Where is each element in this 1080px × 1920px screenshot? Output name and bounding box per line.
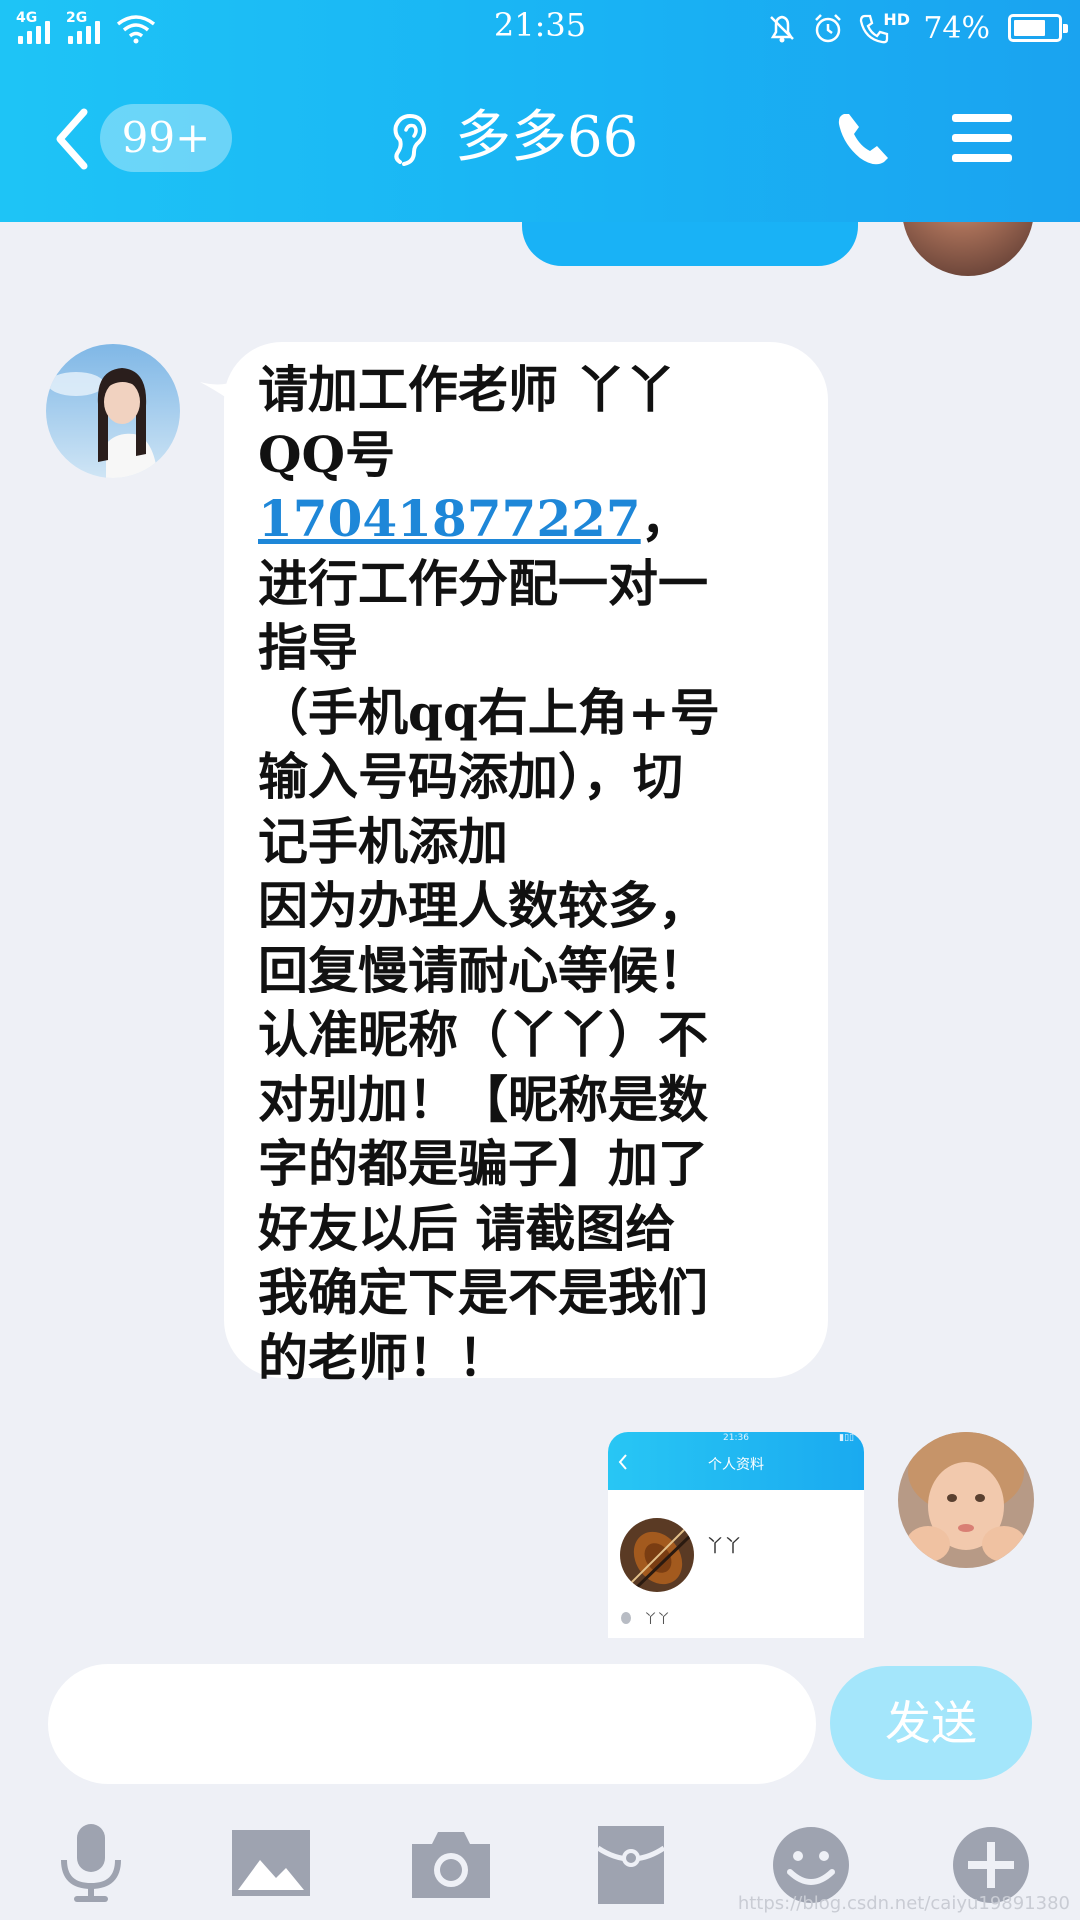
screenshot-time: 21:36 xyxy=(723,1433,749,1443)
status-bar: 4G 2G 21:35 HD 74% xyxy=(0,0,1080,54)
screenshot-status-icons: ▮▯▯ xyxy=(839,1433,854,1443)
menu-button[interactable] xyxy=(952,110,1016,166)
violin-avatar-icon xyxy=(620,1518,694,1592)
unread-count-badge[interactable]: 99+ xyxy=(100,104,232,172)
incoming-message-text: 请加工作老师 丫丫 QQ号17041877227， 进行工作分配一对一 指导 （… xyxy=(258,358,778,1390)
watermark: https://blog.csdn.net/caiyu19891380 xyxy=(737,1893,1070,1914)
my-avatar-previous[interactable] xyxy=(902,222,1034,276)
send-button[interactable]: 发送 xyxy=(830,1666,1032,1780)
phone-call-button[interactable] xyxy=(834,108,894,168)
status-right-group: HD 74% xyxy=(765,8,1068,48)
back-button[interactable] xyxy=(48,104,98,174)
message-text-part-2: ， 进行工作分配一对一 指导 （手机qq右上角+号 输入号码添加），切 记手机添… xyxy=(258,489,720,1387)
image-icon[interactable] xyxy=(226,1820,316,1910)
previous-outgoing-message[interactable] xyxy=(522,222,858,266)
message-text-part-1: 请加工作老师 丫丫 QQ号 xyxy=(258,360,676,484)
screenshot-title: 个人资料 xyxy=(708,1457,764,1473)
chat-area[interactable]: 请加工作老师 丫丫 QQ号17041877227， 进行工作分配一对一 指导 （… xyxy=(0,222,1080,1652)
camera-icon[interactable] xyxy=(406,1820,496,1910)
microphone-icon[interactable] xyxy=(46,1820,136,1910)
screenshot-profile-name: 丫丫 xyxy=(706,1536,742,1557)
bell-muted-icon xyxy=(770,15,795,43)
outgoing-screenshot-image[interactable]: 21:36 ▮▯▯ 个人资料 丫丫 丫丫 xyxy=(608,1432,864,1638)
hd-label: HD xyxy=(883,10,910,29)
contact-avatar[interactable] xyxy=(46,344,180,478)
battery-percent: 74% xyxy=(923,10,990,46)
hd-call-icon: HD xyxy=(857,10,910,46)
message-input[interactable] xyxy=(48,1664,816,1784)
alarm-clock-icon xyxy=(815,14,842,43)
composer: 发送 https://blog.csdn.net/caiyu19891380 xyxy=(0,1652,1080,1920)
red-packet-icon[interactable] xyxy=(586,1820,676,1910)
qq-number-link[interactable]: 17041877227 xyxy=(258,489,641,548)
screenshot-profile-sub: 丫丫 xyxy=(644,1612,671,1627)
header: 4G 2G 21:35 HD 74% 99+ 多多66 xyxy=(0,0,1080,222)
chat-title: 多多66 xyxy=(455,105,639,170)
title-bar: 99+ 多多66 xyxy=(0,54,1080,222)
screenshot-header: 21:36 ▮▯▯ 个人资料 xyxy=(608,1432,864,1490)
my-avatar[interactable] xyxy=(898,1432,1034,1568)
penguin-icon xyxy=(621,1612,631,1624)
ear-icon[interactable] xyxy=(386,112,430,168)
battery-icon xyxy=(1008,14,1068,42)
